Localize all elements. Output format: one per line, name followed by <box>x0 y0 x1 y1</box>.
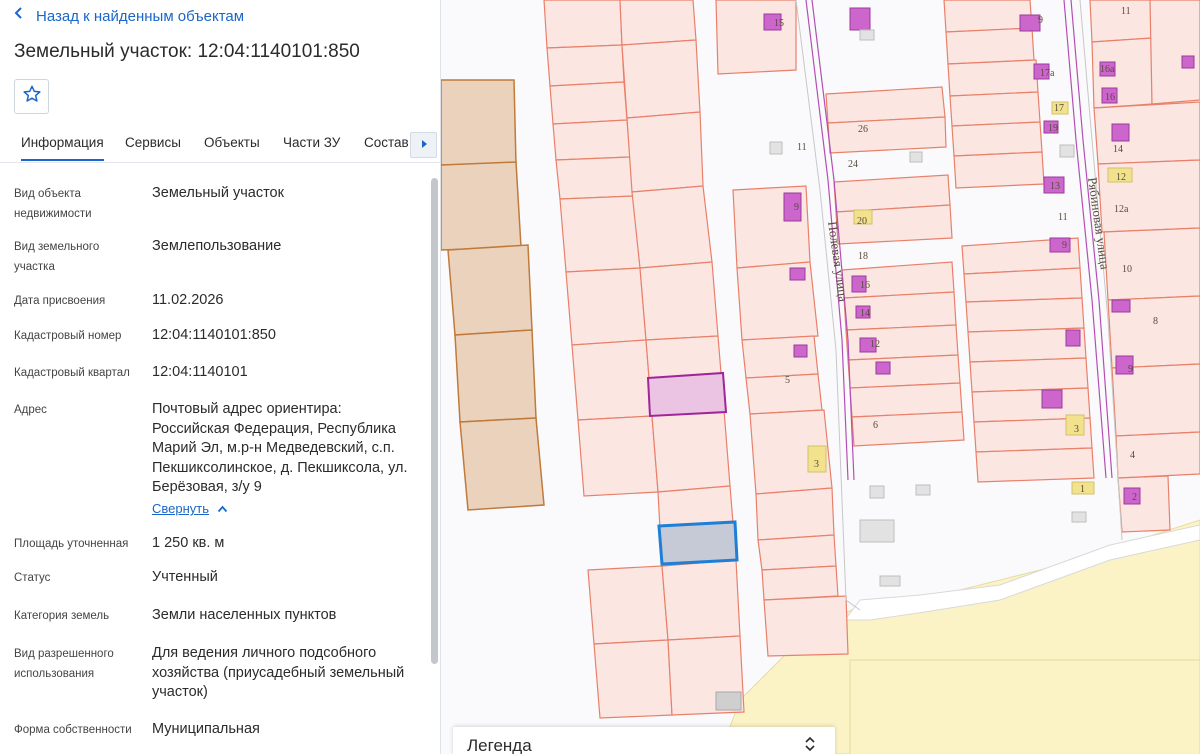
house-number: 11 <box>1121 6 1131 17</box>
field-value: Земельный участок <box>152 185 284 201</box>
house-number: 11 <box>1058 212 1068 223</box>
back-link-label: Назад к найденным объектам <box>36 7 245 25</box>
house-number: 12а <box>1114 204 1129 215</box>
map-canvas[interactable]: Полевая улица Рябиновая улица 15 9 11 17… <box>441 0 1200 754</box>
field-label: Категория земель <box>14 610 110 622</box>
house-number: 8 <box>1153 316 1158 327</box>
forest-parcels <box>441 79 545 511</box>
house-number: 14 <box>1113 144 1123 155</box>
field-label: Дата присвоения <box>14 295 106 307</box>
field-label: Вид земельного участка <box>14 241 100 273</box>
house-number: 9 <box>1062 240 1067 251</box>
house-number: 26 <box>858 124 868 135</box>
field-label: Кадастровый квартал <box>14 367 130 379</box>
house-number: 16 <box>860 280 870 291</box>
field-label: Вид объекта недвижимости <box>14 188 92 220</box>
house-number: 12 <box>870 339 880 350</box>
tab-services[interactable]: Сервисы <box>125 135 181 150</box>
selected-parcel[interactable] <box>657 520 739 566</box>
house-number: 12 <box>1116 172 1126 183</box>
tab-bar: Информация Сервисы Объекты Части ЗУ Сост… <box>0 126 440 163</box>
chevron-left-icon <box>14 6 24 26</box>
field-value: 1 250 кв. м <box>152 535 225 551</box>
field-label: Площадь уточненная <box>14 538 129 550</box>
field-label: Вид разрешенного использования <box>14 648 114 680</box>
legend-expand-toggle[interactable] <box>803 734 817 754</box>
house-number: 16а <box>1100 64 1115 75</box>
map-legend[interactable]: Легенда <box>453 727 835 754</box>
house-number: 2 <box>1132 492 1137 503</box>
field-value: Земли населенных пунктов <box>152 607 337 623</box>
field-area-lower <box>849 659 1200 754</box>
house-number: 4 <box>1130 450 1135 461</box>
field-value: Почтовый адрес ориентира: Российская Фед… <box>152 401 408 495</box>
house-number: 17 <box>1054 103 1064 114</box>
house-number: 9 <box>1038 15 1043 26</box>
house-number: 3 <box>1074 424 1079 435</box>
cadastral-map[interactable]: Полевая улица Рябиновая улица 15 9 11 17… <box>441 0 1200 754</box>
house-number: 9 <box>794 202 799 213</box>
collapse-address-link[interactable]: Свернуть <box>152 501 228 516</box>
field-label: Кадастровый номер <box>14 330 122 342</box>
tab-information[interactable]: Информация <box>21 135 104 161</box>
chevron-up-down-icon <box>803 736 817 754</box>
tab-composition[interactable]: Состав <box>364 135 409 150</box>
caret-right-icon <box>420 136 428 154</box>
field-value: Учтенный <box>152 569 218 585</box>
house-number: 11 <box>797 142 807 153</box>
house-number: 3 <box>814 459 819 470</box>
page-title: Земельный участок: 12:04:1140101:850 <box>14 41 360 62</box>
favorite-button[interactable] <box>14 79 49 114</box>
field-value: 12:04:1140101:850 <box>152 327 276 343</box>
house-number: 13 <box>1050 181 1060 192</box>
house-number: 17а <box>1040 68 1055 79</box>
house-number: 6 <box>873 420 878 431</box>
house-number: 14 <box>860 308 870 319</box>
legend-title: Легенда <box>467 736 532 754</box>
tabs-scroll-right-button[interactable] <box>410 132 437 158</box>
field-value: 11.02.2026 <box>152 292 224 308</box>
field-label: Статус <box>14 572 51 584</box>
tab-objects[interactable]: Объекты <box>204 135 260 150</box>
house-number: 18 <box>858 251 868 262</box>
house-number: 19 <box>1048 123 1058 134</box>
field-value: 12:04:1140101 <box>152 364 248 380</box>
back-to-results-link[interactable]: Назад к найденным объектам <box>14 6 244 26</box>
house-number: 16 <box>1105 92 1115 103</box>
house-number: 1 <box>1080 484 1085 495</box>
field-value: Для ведения личного подсобного хозяйства… <box>152 645 405 700</box>
star-icon <box>22 84 42 109</box>
field-label: Форма собственности <box>14 724 132 736</box>
house-number: 20 <box>857 216 867 227</box>
panel-scrollbar-thumb[interactable] <box>431 178 438 664</box>
house-number: 10 <box>1122 264 1132 275</box>
field-value: Землепользование <box>152 238 282 254</box>
tab-parcel-parts[interactable]: Части ЗУ <box>283 135 340 150</box>
highlighted-parcel[interactable] <box>646 371 728 418</box>
house-number: 24 <box>848 159 858 170</box>
collapse-link-label: Свернуть <box>152 501 210 516</box>
field-value: Муниципальная <box>152 721 260 737</box>
field-label: Адрес <box>14 404 47 416</box>
house-number: 15 <box>774 18 784 29</box>
chevron-up-icon <box>217 501 228 516</box>
house-number: 5 <box>785 375 790 386</box>
house-number: 9 <box>1128 364 1133 375</box>
object-info-panel: Назад к найденным объектам Земельный уча… <box>0 0 441 754</box>
